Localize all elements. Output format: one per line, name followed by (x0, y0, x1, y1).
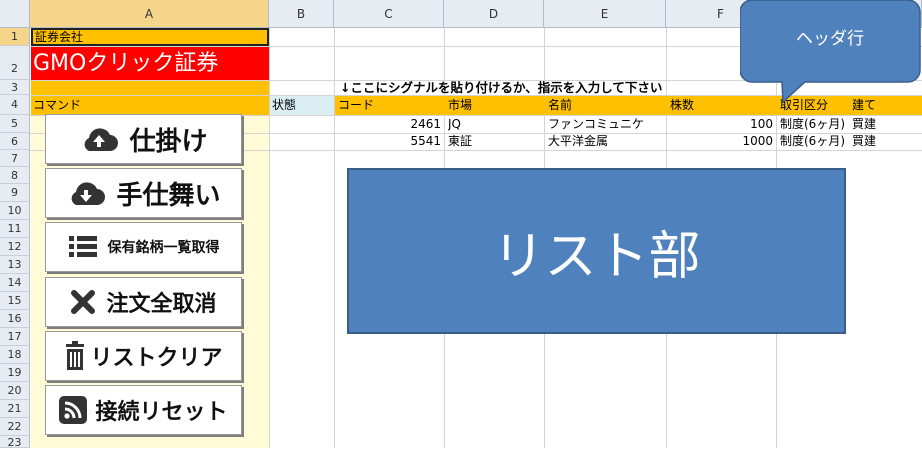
clear-list-button-label: リストクリア (90, 346, 223, 371)
row-header[interactable]: 2 (0, 46, 30, 80)
cancel-all-orders-button[interactable]: 注文全取消 (45, 277, 242, 327)
table-cell-market[interactable]: 東証 (448, 133, 542, 150)
cell-e4-name[interactable]: 名前 (548, 96, 572, 115)
cloud-download-icon (72, 182, 106, 205)
exit-button-label: 手仕舞い (116, 180, 221, 211)
row-header[interactable]: 13 (0, 256, 30, 274)
header-row-callout-label: ヘッダ行 (796, 29, 864, 49)
get-holdings-button[interactable]: 保有銘柄一覧取得 (45, 222, 242, 272)
cell-a2-broker-name[interactable]: GMOクリック証券 (31, 47, 269, 80)
column-header-d[interactable]: D (444, 0, 544, 28)
row-header[interactable]: 23 (0, 436, 30, 449)
entry-button[interactable]: 仕掛け (45, 114, 242, 164)
column-header-e[interactable]: E (544, 0, 666, 28)
row-header[interactable]: 21 (0, 400, 30, 418)
table-cell-shares[interactable]: 1000 (667, 133, 773, 150)
table-cell-code[interactable]: 5541 (335, 133, 441, 150)
table-cell-market[interactable]: JQ (448, 115, 542, 133)
cancel-all-orders-button-label: 注文全取消 (106, 292, 217, 317)
rss-icon (59, 396, 88, 424)
list-area-label: リスト部 (492, 226, 701, 287)
table-cell-name[interactable]: 大平洋金属 (548, 133, 666, 150)
reset-connection-button-label: 接続リセット (95, 400, 228, 425)
column-header-c[interactable]: C (334, 0, 444, 28)
cell-a3[interactable] (31, 81, 269, 95)
list-area-shape: リスト部 (347, 168, 846, 334)
table-cell-shares[interactable]: 100 (667, 115, 773, 133)
row-header[interactable]: 14 (0, 274, 30, 292)
select-all-corner[interactable] (0, 0, 30, 28)
cell-c3-instruction[interactable]: ↓ここにシグナルを貼り付けるか、指示を入力して下さい (340, 80, 780, 95)
row-header[interactable]: 17 (0, 328, 30, 346)
row-header[interactable]: 8 (0, 167, 30, 184)
table-cell-side[interactable]: 買建 (852, 133, 912, 150)
row-header[interactable]: 18 (0, 346, 30, 364)
cell-d4-market[interactable]: 市場 (448, 96, 472, 115)
row-header[interactable]: 20 (0, 382, 30, 400)
row-header[interactable]: 6 (0, 133, 30, 150)
cell-a4-command[interactable]: コマンド (33, 96, 81, 115)
row-header[interactable]: 7 (0, 150, 30, 167)
row-header[interactable]: 12 (0, 238, 30, 256)
table-cell-name[interactable]: ファンコミュニケ (548, 115, 666, 133)
list-icon (68, 236, 97, 257)
row-header[interactable]: 16 (0, 310, 30, 328)
get-holdings-button-label: 保有銘柄一覧取得 (107, 240, 220, 256)
row-header[interactable]: 4 (0, 95, 30, 115)
table-cell-side[interactable]: 買建 (852, 115, 912, 133)
clear-list-button[interactable]: リストクリア (45, 331, 242, 381)
cell-b4-status[interactable]: 状態 (272, 96, 296, 115)
row-header[interactable]: 19 (0, 364, 30, 382)
cell-a1-broker-label[interactable]: 証券会社 (31, 28, 269, 46)
row-header[interactable]: 22 (0, 418, 30, 436)
row-header[interactable]: 5 (0, 115, 30, 133)
table-cell-code[interactable]: 2461 (335, 115, 441, 133)
gridline (334, 28, 335, 448)
trash-icon (66, 341, 85, 370)
cloud-upload-icon (85, 128, 119, 151)
row-header[interactable]: 1 (0, 28, 30, 46)
table-cell-trade-type[interactable]: 制度(6ヶ月) (780, 115, 852, 133)
row-header[interactable]: 9 (0, 184, 30, 202)
table-cell-trade-type[interactable]: 制度(6ヶ月) (780, 133, 852, 150)
row-header[interactable]: 15 (0, 292, 30, 310)
cell-c4-code[interactable]: コード (338, 96, 374, 115)
entry-button-label: 仕掛け (129, 126, 208, 157)
column-header-b[interactable]: B (269, 0, 334, 28)
gridline (269, 28, 270, 448)
row-header[interactable]: 3 (0, 80, 30, 95)
cell-f4-shares[interactable]: 株数 (670, 96, 694, 115)
column-header-a[interactable]: A (30, 0, 269, 28)
exit-button[interactable]: 手仕舞い (45, 168, 242, 218)
row-header[interactable]: 11 (0, 220, 30, 238)
row-header[interactable]: 10 (0, 202, 30, 220)
reset-connection-button[interactable]: 接続リセット (45, 385, 242, 435)
close-icon (71, 290, 96, 314)
